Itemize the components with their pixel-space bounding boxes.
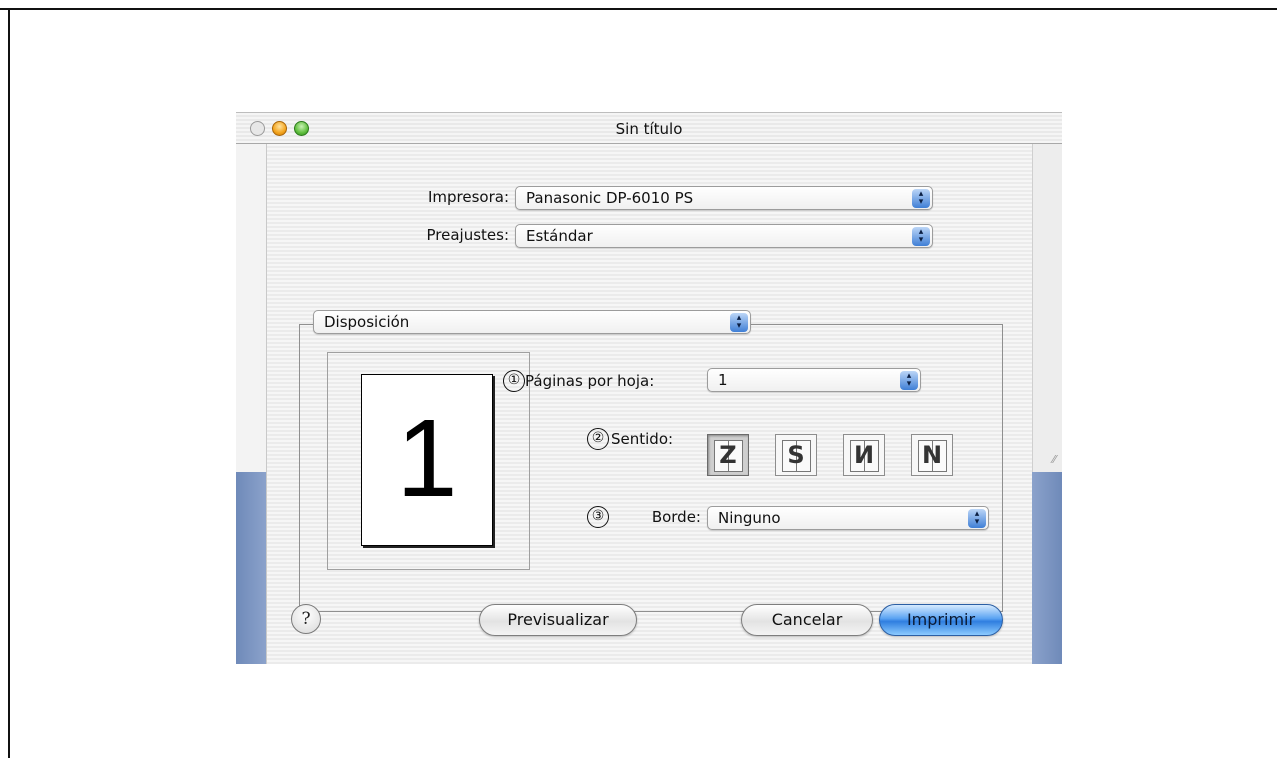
direction-n-button[interactable]: И xyxy=(843,434,885,476)
callout-1: ① xyxy=(503,370,525,392)
popup-arrows-icon: ▴ ▾ xyxy=(912,227,930,246)
presets-popup[interactable]: Estándar ▴ ▾ xyxy=(515,224,933,248)
preview-button[interactable]: Previsualizar xyxy=(479,604,637,636)
preview-page-number: 1 xyxy=(396,397,458,520)
border-value: Ninguno xyxy=(718,509,781,527)
section-value: Disposición xyxy=(324,313,410,331)
print-button[interactable]: Imprimir xyxy=(879,604,1003,636)
window-title: Sin título xyxy=(615,120,683,138)
direction-reverse-n-button[interactable]: N xyxy=(911,434,953,476)
section-popup[interactable]: Disposición ▴ ▾ xyxy=(313,310,751,334)
z-direction-icon: Z xyxy=(719,441,737,469)
print-dialog-window: Sin título ⁄⁄ Impresora: Panasonic DP-60… xyxy=(236,112,1062,664)
document-frame-left-border xyxy=(8,8,10,758)
desktop-background-left xyxy=(236,472,266,664)
background-document-edge: ⁄⁄ xyxy=(1032,144,1062,472)
cancel-button[interactable]: Cancelar xyxy=(741,604,873,636)
direction-z-button[interactable]: Z xyxy=(707,434,749,476)
printer-value: Panasonic DP-6010 PS xyxy=(526,189,694,207)
popup-arrows-icon: ▴ ▾ xyxy=(968,509,986,528)
presets-value: Estándar xyxy=(526,227,593,245)
popup-arrows-icon: ▴ ▾ xyxy=(912,189,930,208)
desktop-background-right xyxy=(1032,472,1062,664)
presets-label: Preajustes: xyxy=(426,226,509,244)
document-frame-top-border xyxy=(0,8,1277,10)
direction-label: Sentido: xyxy=(611,430,674,448)
resize-grip-icon[interactable]: ⁄⁄ xyxy=(1052,453,1056,466)
pages-per-sheet-label: Páginas por hoja: xyxy=(525,372,655,390)
direction-reverse-z-button[interactable]: S xyxy=(775,434,817,476)
popup-arrows-icon: ▴ ▾ xyxy=(730,313,748,332)
reverse-n-direction-icon: N xyxy=(921,441,943,469)
pages-per-sheet-popup[interactable]: 1 ▴ ▾ xyxy=(707,368,921,392)
n-direction-icon: И xyxy=(853,441,875,469)
reverse-z-direction-icon: S xyxy=(787,441,805,469)
border-popup[interactable]: Ninguno ▴ ▾ xyxy=(707,506,989,530)
printer-label: Impresora: xyxy=(427,188,509,206)
layout-preview-page: 1 xyxy=(361,374,493,546)
callout-3: ③ xyxy=(587,506,609,528)
pages-per-sheet-value: 1 xyxy=(718,371,728,389)
print-sheet: Impresora: Panasonic DP-6010 PS ▴ ▾ Preaj… xyxy=(266,144,1032,664)
popup-arrows-icon: ▴ ▾ xyxy=(900,371,918,390)
callout-2: ② xyxy=(587,428,609,450)
printer-popup[interactable]: Panasonic DP-6010 PS ▴ ▾ xyxy=(515,186,933,210)
title-bar[interactable]: Sin título xyxy=(236,112,1062,144)
border-label: Borde: xyxy=(651,508,701,526)
help-button[interactable]: ? xyxy=(291,604,321,634)
